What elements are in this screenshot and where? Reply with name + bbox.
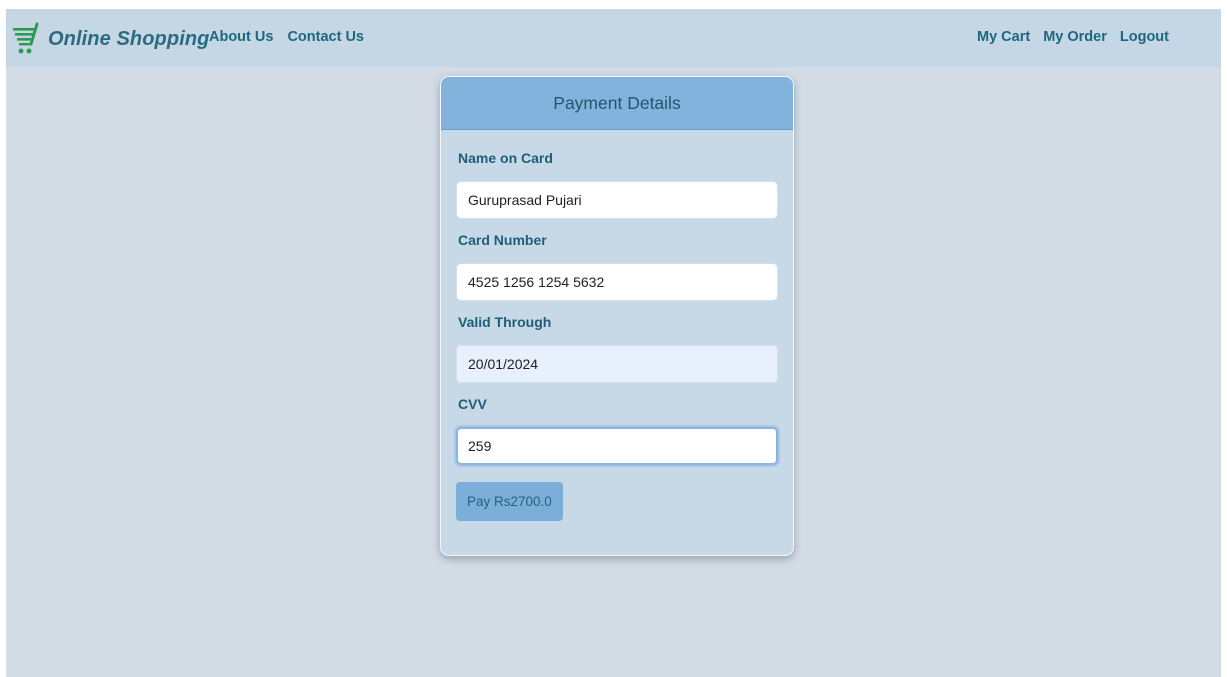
nav-my-cart-link[interactable]: My Cart bbox=[977, 29, 1030, 45]
valid-through-label: Valid Through bbox=[458, 314, 552, 330]
card-number-label: Card Number bbox=[458, 232, 547, 248]
brand-name: Online Shopping bbox=[48, 27, 210, 50]
nav-logout-link[interactable]: Logout bbox=[1120, 29, 1169, 45]
name-on-card-input[interactable] bbox=[456, 181, 778, 219]
page-viewport: Online Shopping About Us Contact Us My C… bbox=[6, 9, 1221, 677]
payment-card: Payment Details Name on Card Card Number… bbox=[440, 76, 794, 556]
nav-left: About Us Contact Us bbox=[209, 29, 364, 45]
valid-through-input[interactable] bbox=[456, 345, 778, 383]
nav-contact-us-link[interactable]: Contact Us bbox=[287, 29, 364, 45]
brand-link[interactable]: Online Shopping bbox=[11, 19, 209, 59]
payment-form: Name on Card Card Number Valid Through C… bbox=[441, 130, 793, 521]
card-number-input[interactable] bbox=[456, 263, 778, 301]
nav-right: My Cart My Order Logout bbox=[977, 29, 1169, 45]
name-on-card-label: Name on Card bbox=[458, 150, 553, 166]
shopping-cart-icon bbox=[13, 22, 39, 54]
cvv-input[interactable] bbox=[456, 427, 778, 465]
navbar: Online Shopping About Us Contact Us My C… bbox=[6, 9, 1221, 67]
pay-button[interactable]: Pay Rs2700.0 bbox=[456, 482, 563, 521]
payment-title: Payment Details bbox=[553, 92, 681, 113]
nav-my-order-link[interactable]: My Order bbox=[1043, 29, 1107, 45]
nav-about-us-link[interactable]: About Us bbox=[209, 29, 273, 45]
payment-card-header: Payment Details bbox=[441, 77, 793, 130]
cvv-label: CVV bbox=[458, 396, 487, 412]
